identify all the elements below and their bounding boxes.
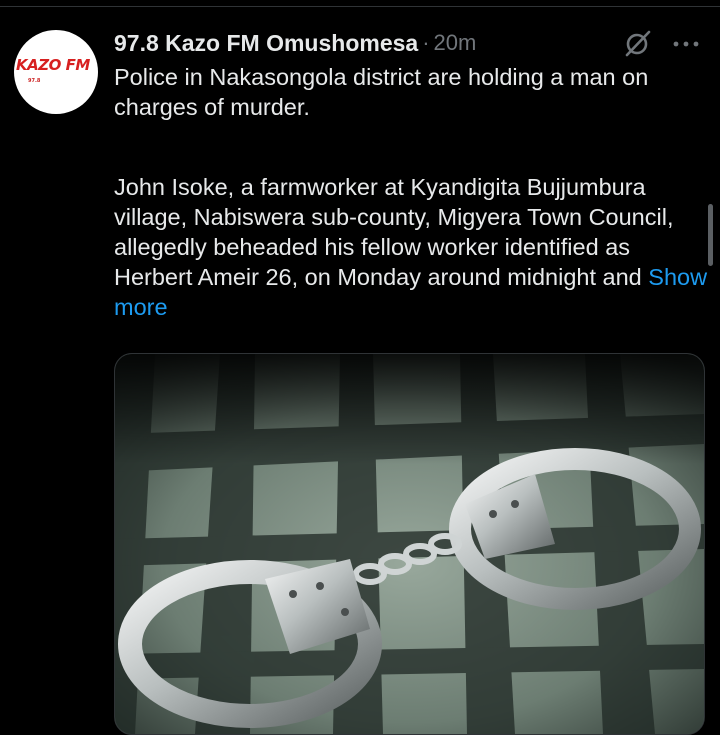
avatar-logo-text: KAZO FM <box>16 56 90 74</box>
avatar[interactable]: KAZO FM 97.8 <box>14 30 98 114</box>
scrollbar[interactable] <box>708 204 713 266</box>
post-media-image[interactable] <box>114 353 705 735</box>
post-header: 97.8 Kazo FM Omushomesa · 20m <box>114 28 476 58</box>
handcuffs-photo <box>115 354 704 734</box>
post-paragraph-2-text: John Isoke, a farmworker at Kyandigita B… <box>114 174 674 290</box>
header-separator: · <box>422 30 430 55</box>
divider <box>0 6 720 7</box>
grok-icon[interactable] <box>620 30 654 58</box>
post-paragraph-1: Police in Nakasongola district are holdi… <box>114 64 649 120</box>
more-options-icon[interactable] <box>670 36 704 52</box>
avatar-sub-text: 97.8 <box>28 78 41 84</box>
post-time[interactable]: 20m <box>434 30 477 56</box>
author-name[interactable]: 97.8 Kazo FM Omushomesa <box>114 30 418 57</box>
post-paragraph-2: John Isoke, a farmworker at Kyandigita B… <box>114 172 714 322</box>
post-body: Police in Nakasongola district are holdi… <box>114 62 714 322</box>
